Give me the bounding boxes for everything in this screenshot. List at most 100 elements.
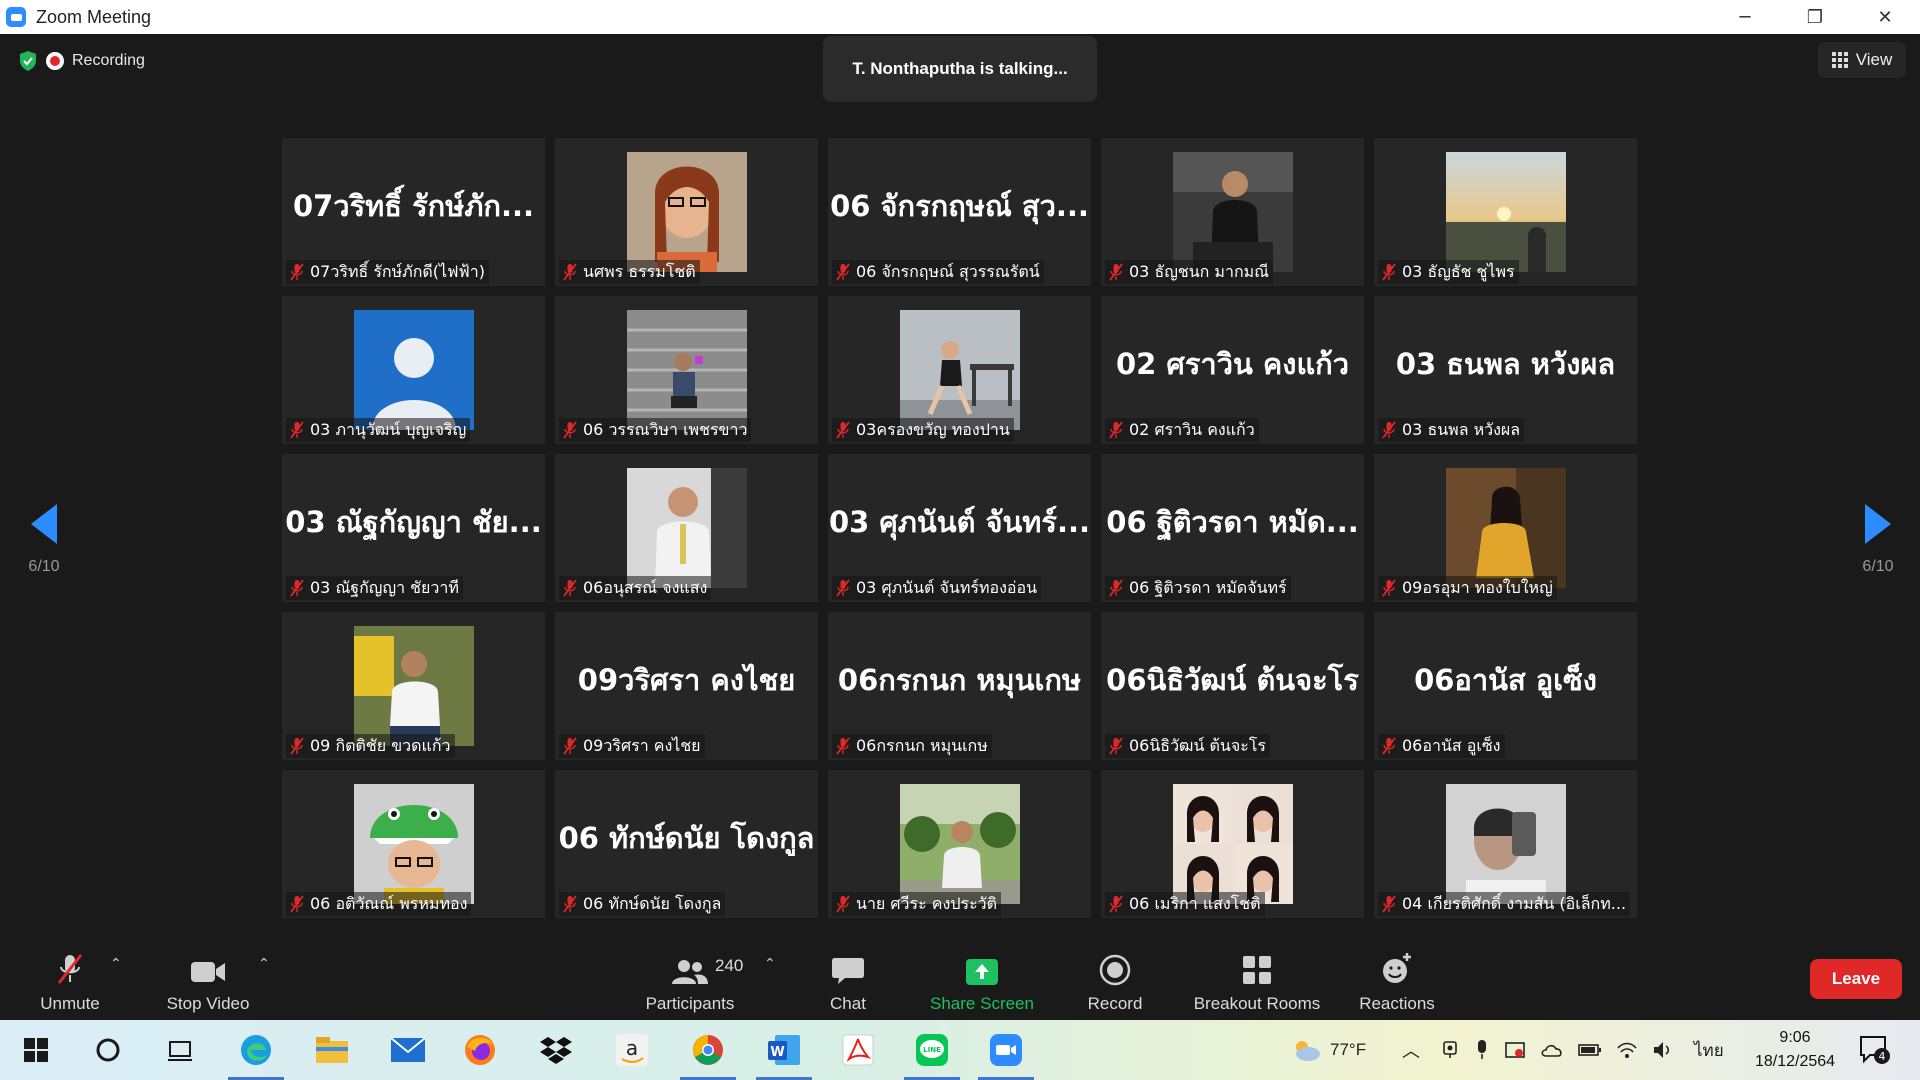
participant-tile[interactable]: 03ครองขวัญ ทองปาน	[828, 296, 1091, 444]
participant-tile[interactable]: 03 ธัญชนก มากมณี	[1101, 138, 1364, 286]
taskbar-dropbox[interactable]	[536, 1030, 576, 1070]
breakout-rooms-label: Breakout Rooms	[1193, 994, 1321, 1013]
participants-options-chevron-icon[interactable]: ⌃	[764, 956, 776, 972]
taskbar-zoom[interactable]	[978, 1030, 1034, 1080]
taskbar-firefox[interactable]	[460, 1030, 500, 1070]
participant-tile[interactable]: 07วริทธิ์ รักษ์ภัก... 07วริทธิ์ รักษ์ภักด…	[282, 138, 545, 286]
svg-text:W: W	[770, 1045, 784, 1060]
input-language-button[interactable]: ไทย	[1694, 1020, 1724, 1080]
windows-logo-icon	[24, 1038, 48, 1062]
webcam-icon[interactable]	[1440, 1040, 1460, 1060]
page-indicator-left: 6/10	[28, 558, 60, 575]
participant-tile[interactable]: 06 จักรกฤษณ์ สุว... 06 จักรกฤษณ์ สุวรรณรั…	[828, 138, 1091, 286]
unmute-button[interactable]: Unmute	[30, 944, 110, 1020]
participant-tile[interactable]: 03 ภานุวัฒน์ บุญเจริญ	[282, 296, 545, 444]
next-page-button[interactable]: 6/10	[1848, 504, 1908, 576]
breakout-rooms-button[interactable]: Breakout Rooms	[1184, 944, 1330, 1020]
participant-tile[interactable]: 09 กิตติชัย ขวดแก้ว	[282, 612, 545, 760]
start-button[interactable]	[16, 1030, 56, 1070]
participant-name: 02 ศราวิน คงแก้ว	[1129, 419, 1255, 439]
participant-tile[interactable]: 06 วรรณวิษา เพชรขาว	[555, 296, 818, 444]
participant-tile[interactable]: 03 ศุภนันต์ จันทร์... 03 ศุภนันต์ จันทร์ท…	[828, 454, 1091, 602]
edge-browser-icon	[241, 1035, 271, 1065]
participant-tile[interactable]: 06 อติวัณณ์ พรหมทอง	[282, 770, 545, 918]
battery-icon[interactable]	[1578, 1043, 1602, 1057]
participant-caption: 06 วรรณวิษา เพชรขาว	[559, 418, 752, 442]
show-hidden-icons-button[interactable]: ︿	[1402, 1020, 1420, 1080]
volume-icon[interactable]	[1652, 1040, 1674, 1060]
chat-button[interactable]: Chat	[818, 944, 878, 1020]
action-center-button[interactable]: 4	[1858, 1034, 1892, 1070]
taskbar-line[interactable]: LINE	[904, 1030, 960, 1080]
record-button[interactable]: Record	[1080, 944, 1150, 1020]
taskbar-amazon[interactable]: a	[612, 1030, 652, 1070]
taskbar-word[interactable]: W	[756, 1030, 812, 1080]
participant-caption: นาย ศวีระ คงประวัติ	[832, 892, 1002, 916]
participant-tile[interactable]: นศพร ธรรมโชติ	[555, 138, 818, 286]
participant-tile[interactable]: 03 ธนพล หวังผล 03 ธนพล หวังผล	[1374, 296, 1637, 444]
participant-video	[900, 784, 1020, 904]
taskbar-chrome[interactable]	[680, 1030, 736, 1080]
participant-tile[interactable]: 06 ฐิติวรดา หมัด... 06 ฐิติวรดา หมัดจันทร…	[1101, 454, 1364, 602]
participant-tile[interactable]: 04 เกียรติศักดิ์ งามสัน (อิเล็กท...	[1374, 770, 1637, 918]
file-explorer-icon	[316, 1037, 348, 1063]
muted-mic-icon	[1109, 421, 1123, 439]
participant-tile[interactable]: 06กรกนก หมุนเกษ 06กรกนก หมุนเกษ	[828, 612, 1091, 760]
participant-tile[interactable]: 06อนุสรณ์ จงแสง	[555, 454, 818, 602]
participant-count: 240	[715, 956, 744, 975]
amazon-icon: a	[616, 1034, 648, 1066]
taskbar-clock[interactable]: 9:06 18/12/2564	[1740, 1026, 1850, 1074]
unmute-label: Unmute	[40, 994, 100, 1013]
participant-tile[interactable]: 06อานัส อูเซ็ง 06อานัส อูเซ็ง	[1374, 612, 1637, 760]
participant-tile[interactable]: 06 ทักษ์ดนัย โดงกูล 06 ทักษ์ดนัย โดงกูล	[555, 770, 818, 918]
taskbar-mail[interactable]	[388, 1030, 428, 1070]
participant-video	[1173, 152, 1293, 272]
zoom-taskbar-icon	[990, 1034, 1022, 1066]
participant-tile[interactable]: 09วริศรา คงไชย 09วริศรา คงไชย	[555, 612, 818, 760]
arrow-right-icon	[1865, 504, 1891, 544]
participant-tile[interactable]: 09อรอุมา ทองใบใหญ่	[1374, 454, 1637, 602]
reactions-button[interactable]: Reactions	[1352, 944, 1442, 1020]
participant-name-display: 06 ฐิติวรดา หมัด...	[1106, 505, 1359, 539]
close-button[interactable]: ✕	[1850, 0, 1920, 34]
taskbar-acrobat[interactable]	[838, 1030, 878, 1070]
restore-button[interactable]: ❐	[1780, 0, 1850, 34]
participant-name: 06 จักรกฤษณ์ สุวรรณรัตน์	[856, 261, 1040, 281]
task-view-button[interactable]	[160, 1030, 200, 1070]
audio-options-chevron-icon[interactable]: ⌃	[110, 956, 122, 972]
previous-page-button[interactable]: 6/10	[14, 504, 74, 576]
participant-video	[627, 152, 747, 272]
participant-tile[interactable]: 02 ศราวิน คงแก้ว 02 ศราวิน คงแก้ว	[1101, 296, 1364, 444]
weather-widget[interactable]: 77°F	[1290, 1020, 1366, 1080]
taskbar-edge[interactable]	[228, 1030, 284, 1080]
view-label: View	[1855, 50, 1893, 69]
wifi-icon[interactable]	[1616, 1040, 1638, 1060]
stop-video-button[interactable]: Stop Video	[160, 944, 256, 1020]
participant-tile[interactable]: นาย ศวีระ คงประวัติ	[828, 770, 1091, 918]
zoom-window: Zoom Meeting ─ ❐ ✕ Recording T. Nonthapu…	[0, 0, 1920, 1080]
participant-caption: 03ครองขวัญ ทองปาน	[832, 418, 1014, 442]
participant-tile[interactable]: 03 ธัญธัช ชูไพร	[1374, 138, 1637, 286]
participant-tile[interactable]: 06นิธิวัฒน์ ต้นจะโร 06นิธิวัฒน์ ต้นจะโร	[1101, 612, 1364, 760]
recording-indicator[interactable]: Recording	[18, 50, 145, 72]
minimize-button[interactable]: ─	[1710, 0, 1780, 34]
participant-caption: 06 อติวัณณ์ พรหมทอง	[286, 892, 472, 916]
cortana-button[interactable]	[88, 1030, 128, 1070]
participant-tile[interactable]: 06 เมริกา แสงโชติ	[1101, 770, 1364, 918]
video-options-chevron-icon[interactable]: ⌃	[258, 956, 270, 972]
participant-tile[interactable]: 03 ณัฐกัญญา ชัย... 03 ณัฐกัญญา ชัยวาที	[282, 454, 545, 602]
line-messenger-icon: LINE	[916, 1034, 948, 1066]
participant-name-display: 07วริทธิ์ รักษ์ภัก...	[292, 189, 535, 223]
share-screen-icon	[966, 959, 998, 985]
share-screen-button[interactable]: Share Screen	[924, 944, 1040, 1020]
microphone-tray-icon[interactable]	[1474, 1039, 1490, 1061]
muted-mic-icon	[290, 737, 304, 755]
participant-grid: 07วริทธิ์ รักษ์ภัก... 07วริทธิ์ รักษ์ภักด…	[282, 138, 1638, 918]
network-settings-icon[interactable]	[1504, 1040, 1526, 1060]
leave-button[interactable]: Leave	[1810, 959, 1902, 999]
onedrive-cloud-icon[interactable]	[1540, 1041, 1564, 1059]
view-button[interactable]: View	[1818, 42, 1906, 78]
taskbar-file-explorer[interactable]	[312, 1030, 352, 1070]
participant-caption: 06 ฐิติวรดา หมัดจันทร์	[1105, 576, 1291, 600]
record-icon	[1099, 954, 1131, 986]
